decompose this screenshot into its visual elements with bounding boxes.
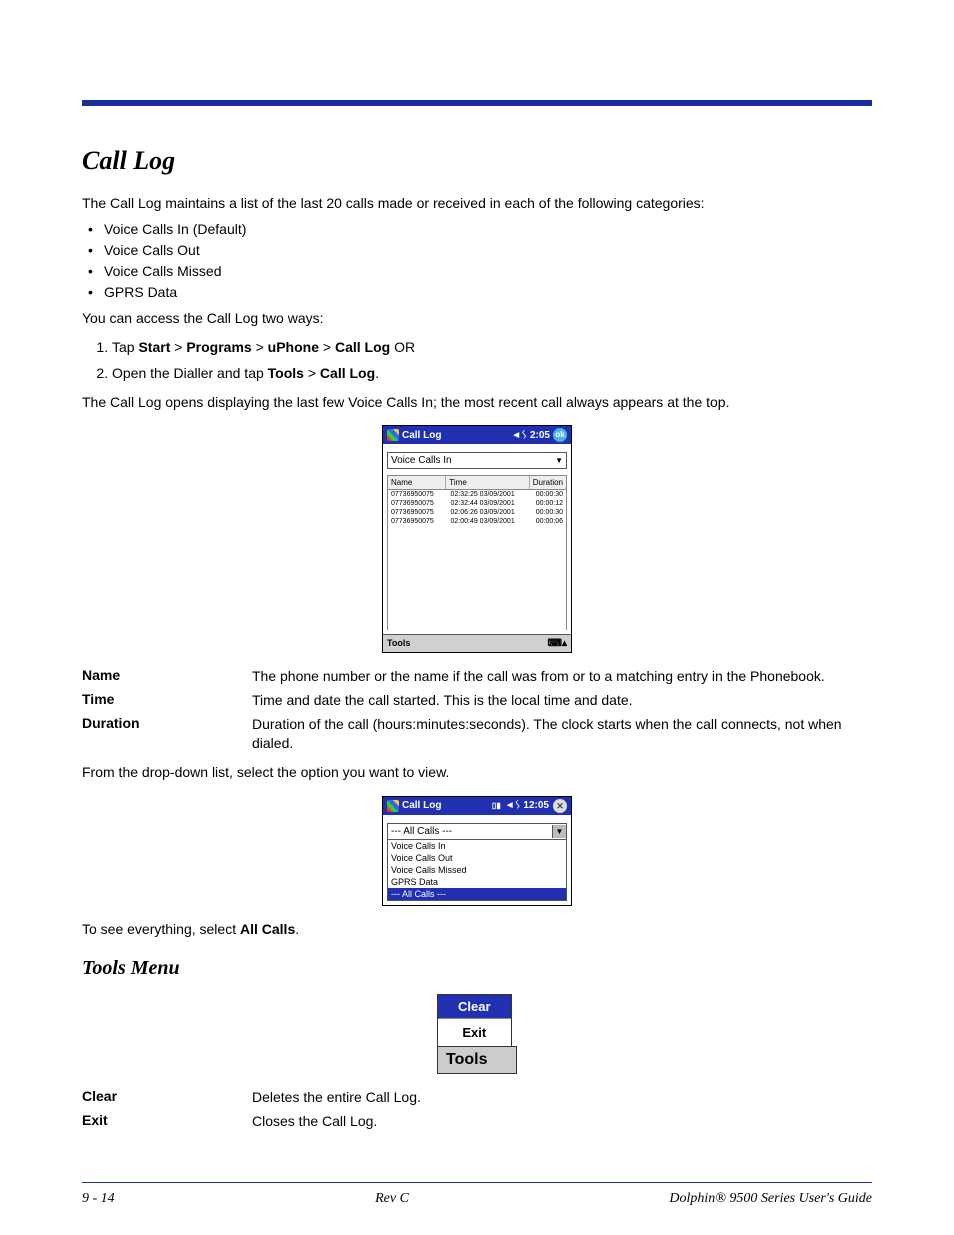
guide-title: Dolphin® 9500 Series User's Guide [669,1191,872,1207]
page-number: 9 - 14 [82,1191,115,1207]
access-steps: Tap Start > Programs > uPhone > Call Log… [82,336,872,385]
table-row: 0773695007502:32:44 03/09/200100:00:12 [388,499,566,508]
col-duration: Duration [530,476,566,489]
tools-menu-button[interactable]: Tools [446,1051,487,1069]
ok-button[interactable]: ok [553,428,567,442]
list-item: GPRS Data [104,282,872,303]
table-body: 0773695007502:32:25 03/09/200100:00:30 0… [387,490,567,630]
combo-value: Voice Calls In [391,455,452,466]
chevron-down-icon: ▼ [552,825,566,838]
status-time: ◄ᛊ 2:05 [511,430,550,441]
table-row: 0773695007502:00:49 03/09/200100:00:06 [388,517,566,526]
filter-combobox[interactable]: Voice Calls In ▼ [387,452,567,469]
col-name: Name [388,476,446,489]
signal-icon: ▯▮ [492,801,501,810]
start-flag-icon[interactable] [387,429,399,441]
dropdown-item[interactable]: GPRS Data [388,876,566,888]
footer-rule [82,1182,872,1183]
dropdown-list: Voice Calls In Voice Calls Out Voice Cal… [387,840,567,901]
def-term: Name [82,667,252,683]
table-row: 0773695007502:32:25 03/09/200100:00:30 [388,490,566,499]
def-desc: Deletes the entire Call Log. [252,1088,421,1107]
def-term: Time [82,691,252,707]
def-term: Clear [82,1088,252,1104]
dropdown-item[interactable]: Voice Calls Out [388,852,566,864]
tools-menu-heading: Tools Menu [82,957,872,980]
page-title: Call Log [82,146,872,176]
combo-value: --- All Calls --- [391,826,452,837]
access-intro: You can access the Call Log two ways: [82,309,872,328]
field-definitions: NameThe phone number or the name if the … [82,667,872,753]
def-term: Duration [82,715,252,731]
dropdown-item[interactable]: Voice Calls In [388,840,566,852]
def-desc: Closes the Call Log. [252,1112,377,1131]
close-icon[interactable]: ✕ [553,799,567,813]
category-list: Voice Calls In (Default) Voice Calls Out… [82,219,872,303]
table-row: 0773695007502:06:26 03/09/200100:00:30 [388,508,566,517]
call-log-screenshot: Call Log ◄ᛊ 2:05 ok Voice Calls In ▼ Nam… [82,425,872,653]
opens-text: The Call Log opens displaying the last f… [82,393,872,412]
page-footer: 9 - 14 Rev C Dolphin® 9500 Series User's… [82,1191,872,1207]
tools-menu-button[interactable]: Tools [387,638,410,649]
keyboard-icon[interactable]: ⌨︎▴ [548,638,567,649]
menu-item-exit[interactable]: Exit [438,1018,511,1046]
window-title: Call Log [402,430,441,441]
tools-menu-figure: Clear Exit Tools [82,994,872,1074]
all-calls-note: To see everything, select All Calls. [82,920,872,939]
window-title: Call Log [402,800,441,811]
header-rule [82,100,872,106]
filter-combobox[interactable]: --- All Calls --- ▼ [387,823,567,840]
list-item: Voice Calls In (Default) [104,219,872,240]
tools-definitions: ClearDeletes the entire Call Log. ExitCl… [82,1088,872,1131]
window-titlebar: Call Log ▯▮ ◄ᛊ 12:05 ✕ [383,797,571,815]
table-header: Name Time Duration [387,475,567,490]
status-time: ◄ᛊ 12:05 [505,800,549,811]
dropdown-item[interactable]: Voice Calls Missed [388,864,566,876]
step-1: Tap Start > Programs > uPhone > Call Log… [112,336,872,358]
step-2: Open the Dialler and tap Tools > Call Lo… [112,362,872,384]
def-desc: Duration of the call (hours:minutes:seco… [252,715,872,753]
menu-item-clear[interactable]: Clear [438,995,511,1018]
start-flag-icon[interactable] [387,800,399,812]
col-time: Time [446,476,529,489]
window-titlebar: Call Log ◄ᛊ 2:05 ok [383,426,571,444]
dropdown-note: From the drop-down list, select the opti… [82,763,872,782]
dropdown-item-selected[interactable]: --- All Calls --- [388,888,566,900]
dropdown-screenshot: Call Log ▯▮ ◄ᛊ 12:05 ✕ --- All Calls ---… [82,796,872,906]
def-term: Exit [82,1112,252,1128]
intro-text: The Call Log maintains a list of the las… [82,194,872,213]
def-desc: Time and date the call started. This is … [252,691,633,710]
def-desc: The phone number or the name if the call… [252,667,825,686]
revision: Rev C [375,1191,409,1207]
list-item: Voice Calls Out [104,240,872,261]
list-item: Voice Calls Missed [104,261,872,282]
chevron-down-icon: ▼ [555,456,563,465]
command-bar: Tools ⌨︎▴ [383,634,571,652]
